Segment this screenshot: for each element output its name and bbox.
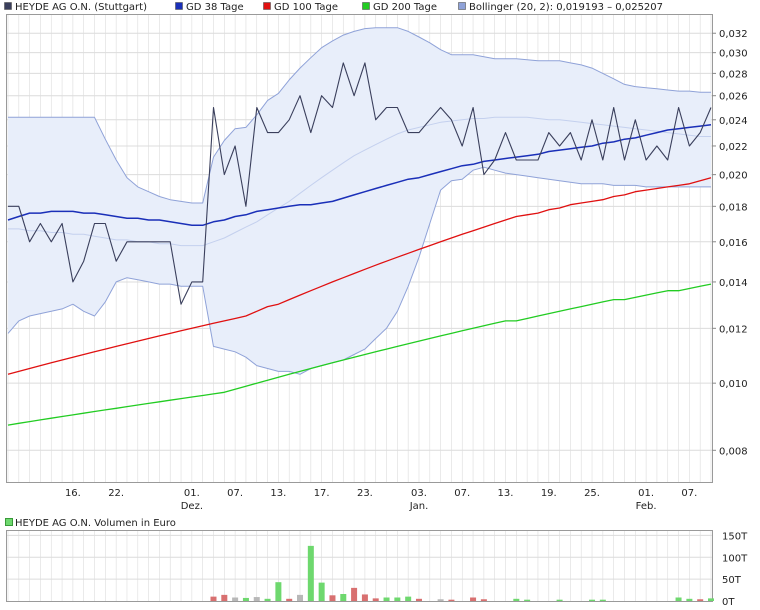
volume-bar — [307, 545, 314, 601]
volume-bar — [329, 595, 336, 601]
volume-bar — [221, 594, 228, 601]
legend-label: HEYDE AG O.N. (Stuttgart) — [15, 2, 147, 13]
date-tick-label: 13. — [270, 488, 286, 499]
volume-tick-label: 100T — [722, 553, 748, 564]
legend-label: Bollinger (20, 2): 0,019193 – 0,025207 — [469, 2, 663, 13]
date-tick-label: 22. — [108, 488, 124, 499]
volume-bar — [524, 599, 531, 601]
price-tick-label: 0,022 — [719, 142, 748, 153]
volume-bar — [697, 599, 704, 601]
volume-bar — [513, 598, 520, 601]
stock-chart: HEYDE AG O.N. (Stuttgart) GD 38 Tage GD 10… — [4, 2, 748, 608]
date-tick-label: 07. — [227, 488, 243, 499]
price-tick-label: 0,008 — [719, 446, 748, 457]
date-tick-label: 23. — [357, 488, 373, 499]
price-tick-label: 0,020 — [719, 171, 748, 182]
volume-legend: HEYDE AG O.N. Volumen in Euro — [5, 518, 176, 529]
legend-swatch — [175, 2, 183, 10]
volume-bar — [470, 597, 477, 601]
date-tick-label: 13. — [498, 488, 514, 499]
volume-title: HEYDE AG O.N. Volumen in Euro — [15, 518, 176, 529]
volume-bar — [415, 598, 422, 601]
volume-bar — [275, 582, 282, 601]
legend-swatch — [4, 2, 12, 10]
volume-bar — [589, 599, 596, 601]
legend-label: GD 100 Tage — [274, 2, 338, 13]
volume-bar — [297, 594, 304, 601]
month-label: Feb. — [636, 501, 657, 512]
volume-bar — [599, 599, 606, 601]
volume-bar — [437, 599, 444, 601]
price-tick-label: 0,016 — [719, 238, 748, 249]
volume-bar — [448, 599, 455, 601]
volume-tick-label: 150T — [722, 531, 748, 542]
chart-legend: HEYDE AG O.N. (Stuttgart) GD 38 Tage GD 10… — [4, 2, 663, 13]
price-tick-label: 0,032 — [719, 29, 748, 40]
date-tick-label: 07. — [681, 488, 697, 499]
date-axis: 16. 22. 01. Dez. 07. 13. 17. 23. 03. Jan. 07. 13. 19… — [65, 488, 697, 512]
legend-swatch — [263, 2, 271, 10]
volume-bar — [242, 597, 249, 601]
date-tick-label: 17. — [314, 488, 330, 499]
price-tick-label: 0,014 — [719, 278, 748, 289]
volume-legend-swatch — [5, 518, 13, 526]
date-tick-label: 16. — [65, 488, 81, 499]
date-tick-label: 25. — [584, 488, 600, 499]
legend-item: GD 200 Tage — [362, 2, 437, 13]
volume-bar — [264, 598, 271, 601]
volume-bar — [361, 594, 368, 601]
volume-bar — [480, 599, 487, 601]
price-tick-label: 0,018 — [719, 202, 748, 213]
volume-bar — [286, 598, 293, 601]
volume-bar — [210, 596, 217, 601]
price-tick-label: 0,030 — [719, 49, 748, 60]
volume-bar — [383, 597, 390, 601]
date-tick-label: 01. — [184, 488, 200, 499]
month-label: Dez. — [181, 501, 203, 512]
volume-bar — [253, 597, 260, 601]
price-tick-label: 0,012 — [719, 324, 748, 335]
price-tick-label: 0,026 — [719, 92, 748, 103]
legend-item: GD 38 Tage — [175, 2, 244, 13]
month-label: Jan. — [409, 501, 429, 512]
date-tick-label: 07. — [454, 488, 470, 499]
volume-bar — [686, 598, 693, 601]
volume-bar — [405, 596, 412, 601]
price-tick-label: 0,010 — [719, 379, 748, 390]
volume-axis: 0T 50T 100T 150T — [722, 531, 748, 608]
date-tick-label: 01. — [638, 488, 654, 499]
volume-bar — [556, 599, 563, 601]
date-tick-label: 03. — [411, 488, 427, 499]
volume-tick-label: 50T — [722, 575, 742, 586]
volume-bar — [351, 587, 358, 601]
volume-plot-frame — [6, 530, 713, 602]
volume-bar — [394, 597, 401, 601]
legend-swatch — [362, 2, 370, 10]
volume-bar — [372, 598, 379, 601]
volume-bar — [232, 597, 239, 601]
legend-label: GD 38 Tage — [186, 2, 244, 13]
legend-item: HEYDE AG O.N. (Stuttgart) — [4, 2, 147, 13]
volume-bar — [318, 582, 325, 601]
legend-item: GD 100 Tage — [263, 2, 338, 13]
price-tick-label: 0,028 — [719, 69, 748, 80]
date-tick-label: 19. — [541, 488, 557, 499]
price-tick-label: 0,024 — [719, 116, 748, 127]
volume-tick-label: 0T — [722, 597, 735, 608]
volume-bar — [675, 597, 682, 601]
legend-item: Bollinger (20, 2): 0,019193 – 0,025207 — [458, 2, 663, 13]
price-axis: 0,008 0,010 0,012 0,014 0,016 0,018 0,020 0,022… — [712, 29, 748, 457]
legend-swatch — [458, 2, 466, 10]
legend-label: GD 200 Tage — [373, 2, 437, 13]
volume-bar — [708, 598, 714, 601]
volume-bar — [340, 594, 347, 601]
